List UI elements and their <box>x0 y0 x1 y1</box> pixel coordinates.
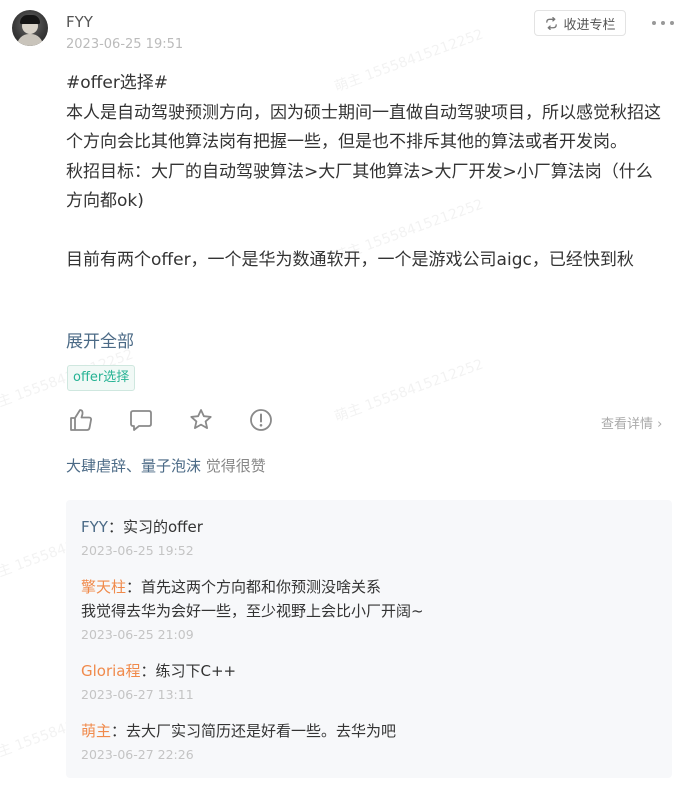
comment-date: 2023-06-25 19:52 <box>81 543 194 558</box>
avatar-hair <box>20 15 40 24</box>
expand-all-link[interactable]: 展开全部 <box>66 327 134 352</box>
more-dot <box>670 21 674 25</box>
comment-author[interactable]: FYY <box>81 518 108 536</box>
comment-item: FYY：实习的offer 2023-06-25 19:52 <box>81 515 203 559</box>
comment-author[interactable]: Gloria程 <box>81 662 141 680</box>
liked-by-suffix: 觉得很赞 <box>205 457 266 475</box>
more-dot <box>652 21 656 25</box>
more-options-icon[interactable] <box>652 14 674 32</box>
more-dot <box>661 21 665 25</box>
comment-date: 2023-06-27 13:11 <box>81 687 194 702</box>
comment-item: 擎天柱：首先这两个方向都和你预测没啥关系 我觉得去华为会好一些，至少视野上会比小… <box>81 575 424 643</box>
comment-date: 2023-06-27 22:26 <box>81 747 194 762</box>
comment-text: ：练习下C++ <box>140 662 237 680</box>
comment-text-continued: 我觉得去华为会好一些，至少视野上会比小厂开阔~ <box>81 602 424 620</box>
post-paragraph: 本人是自动驾驶预测方向，因为硕士期间一直做自动驾驶项目，所以感觉秋招这个方向会比… <box>66 102 661 153</box>
chevron-right-icon: › <box>657 417 663 432</box>
post-paragraph: 目前有两个offer，一个是华为数通软开，一个是游戏公司aigc，已经快到秋 <box>66 250 634 270</box>
comment-author[interactable]: 萌主 <box>81 722 111 740</box>
topic-tag[interactable]: offer选择 <box>67 365 136 391</box>
watermark: 萌主 15558415212252 <box>332 356 486 426</box>
liked-by-users[interactable]: 大肆虐辞、量子泡沫 <box>66 457 201 475</box>
comment-text: ：实习的offer <box>107 518 203 536</box>
comment-author[interactable]: 擎天柱 <box>81 578 126 596</box>
comment-text: ：去大厂实习简历还是好看一些。去华为吧 <box>111 722 397 740</box>
avatar-body <box>17 34 43 46</box>
view-detail-label: 查看详情 <box>601 417 654 432</box>
comment-text: ：首先这两个方向都和你预测没啥关系 <box>126 578 382 596</box>
star-icon[interactable] <box>188 407 214 433</box>
post-paragraph: 秋招目标：大厂的自动驾驶算法>大厂其他算法>大厂开发>小厂算法岗（什么方向都ok… <box>66 161 653 212</box>
author-name[interactable]: FYY <box>66 13 93 31</box>
comment-item: Gloria程：练习下C++ 2023-06-27 13:11 <box>81 659 236 703</box>
report-icon[interactable] <box>248 407 274 433</box>
like-icon[interactable] <box>68 407 94 433</box>
post-paragraph <box>66 217 668 247</box>
view-detail-link[interactable]: 查看详情 › <box>601 413 662 432</box>
post-timestamp: 2023-06-25 19:51 <box>66 37 184 52</box>
post-content: #offer选择# 本人是自动驾驶预测方向，因为硕士期间一直做自动驾驶项目，所以… <box>66 69 668 276</box>
comment-section: FYY：实习的offer 2023-06-25 19:52 擎天柱：首先这两个方… <box>66 500 672 778</box>
liked-by: 大肆虐辞、量子泡沫 觉得很赞 <box>66 455 266 476</box>
collect-icon <box>546 16 558 30</box>
avatar[interactable] <box>12 10 48 46</box>
collect-to-column-button[interactable]: 收进专栏 <box>534 10 626 36</box>
comment-icon[interactable] <box>128 407 154 433</box>
comment-date: 2023-06-25 21:09 <box>81 627 194 642</box>
comment-item: 萌主：去大厂实习简历还是好看一些。去华为吧 2023-06-27 22:26 <box>81 719 396 763</box>
collect-label: 收进专栏 <box>563 17 616 33</box>
post-hashtag[interactable]: #offer选择# <box>66 69 668 99</box>
